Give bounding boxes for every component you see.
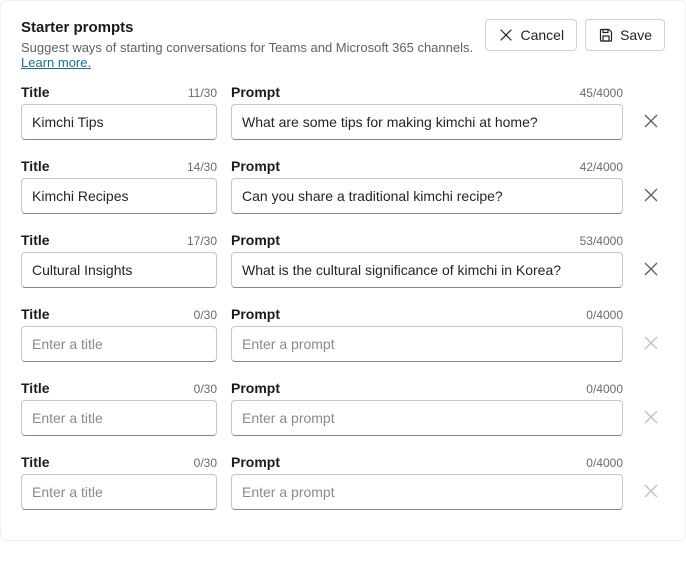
prompt-label: Prompt xyxy=(231,454,280,470)
prompt-input[interactable] xyxy=(231,400,623,436)
delete-row-button[interactable] xyxy=(638,182,664,211)
prompt-label: Prompt xyxy=(231,158,280,174)
title-counter: 14/30 xyxy=(187,160,217,174)
save-button-label: Save xyxy=(620,27,652,43)
title-label: Title xyxy=(21,380,50,396)
prompt-row: Title 0/30 Prompt 0/4000 xyxy=(21,454,665,510)
title-input[interactable] xyxy=(21,400,217,436)
delete-row-button xyxy=(638,478,664,507)
title-label: Title xyxy=(21,454,50,470)
prompt-input[interactable] xyxy=(231,104,623,140)
delete-row-button xyxy=(638,330,664,359)
prompt-label: Prompt xyxy=(231,306,280,322)
prompt-row: Title 17/30 Prompt 53/4000 xyxy=(21,232,665,288)
prompt-input[interactable] xyxy=(231,474,623,510)
prompt-counter: 53/4000 xyxy=(580,234,623,248)
prompt-input[interactable] xyxy=(231,178,623,214)
prompt-counter: 42/4000 xyxy=(580,160,623,174)
title-counter: 0/30 xyxy=(194,308,217,322)
prompt-label: Prompt xyxy=(231,84,280,100)
title-input[interactable] xyxy=(21,474,217,510)
prompt-label: Prompt xyxy=(231,232,280,248)
title-label: Title xyxy=(21,84,50,100)
cancel-button[interactable]: Cancel xyxy=(485,19,577,51)
save-button[interactable]: Save xyxy=(585,19,665,51)
title-counter: 11/30 xyxy=(188,86,217,100)
prompt-row: Title 14/30 Prompt 42/4000 xyxy=(21,158,665,214)
title-input[interactable] xyxy=(21,252,217,288)
close-icon xyxy=(642,408,660,429)
prompt-input[interactable] xyxy=(231,252,623,288)
title-counter: 0/30 xyxy=(194,382,217,396)
title-label: Title xyxy=(21,158,50,174)
close-icon xyxy=(498,27,514,43)
close-icon xyxy=(642,260,660,281)
prompt-counter: 0/4000 xyxy=(586,382,623,396)
prompt-counter: 45/4000 xyxy=(580,86,623,100)
prompt-row: Title 0/30 Prompt 0/4000 xyxy=(21,306,665,362)
title-input[interactable] xyxy=(21,104,217,140)
prompt-input[interactable] xyxy=(231,326,623,362)
prompt-label: Prompt xyxy=(231,380,280,396)
delete-row-button xyxy=(638,404,664,433)
title-input[interactable] xyxy=(21,178,217,214)
delete-row-button[interactable] xyxy=(638,108,664,137)
cancel-button-label: Cancel xyxy=(520,27,564,43)
title-counter: 17/30 xyxy=(187,234,217,248)
delete-row-button[interactable] xyxy=(638,256,664,285)
page-title: Starter prompts xyxy=(21,19,485,36)
prompt-row: Title 0/30 Prompt 0/4000 xyxy=(21,380,665,436)
close-icon xyxy=(642,112,660,133)
title-label: Title xyxy=(21,306,50,322)
close-icon xyxy=(642,334,660,355)
save-icon xyxy=(598,27,614,43)
starter-prompts-panel: Starter prompts Suggest ways of starting… xyxy=(0,0,686,541)
prompt-counter: 0/4000 xyxy=(586,456,623,470)
title-input[interactable] xyxy=(21,326,217,362)
learn-more-link[interactable]: Learn more. xyxy=(21,55,91,70)
title-counter: 0/30 xyxy=(194,456,217,470)
close-icon xyxy=(642,186,660,207)
subtitle-text: Suggest ways of starting conversations f… xyxy=(21,40,473,55)
close-icon xyxy=(642,482,660,503)
page-subtitle: Suggest ways of starting conversations f… xyxy=(21,40,485,70)
title-label: Title xyxy=(21,232,50,248)
prompt-counter: 0/4000 xyxy=(586,308,623,322)
prompt-row: Title 11/30 Prompt 45/4000 xyxy=(21,84,665,140)
